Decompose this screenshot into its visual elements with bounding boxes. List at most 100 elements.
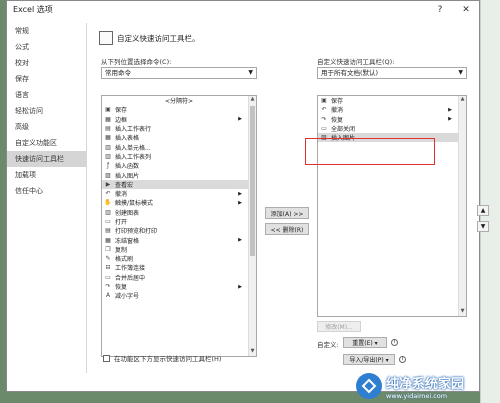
dialog-title: Excel 选项 <box>13 5 53 14</box>
arrow-down-icon: ▼ <box>480 223 486 230</box>
nav-item[interactable]: 快速访问工具栏 <box>7 151 86 167</box>
scroll-down-icon[interactable]: ▼ <box>249 348 256 356</box>
list-item[interactable]: A 减小字号 <box>102 291 256 300</box>
commands-rows: <分隔符> ▣ 保存 ▦ 边框 ▶ ▤ 插入工作表行 ▦ 插入表格 ▥ 插入单元格... ▥ 插入工作表列… <box>102 96 256 301</box>
close-button[interactable]: ✕ <box>453 1 479 18</box>
reset-button[interactable]: 重置(E) ▾ <box>343 337 387 348</box>
submenu-arrow-icon: ▶ <box>238 190 242 197</box>
list-item-label: 复制 <box>115 246 128 254</box>
nav-item[interactable]: 公式 <box>7 39 86 55</box>
list-item[interactable]: ƒ 插入函数 <box>102 161 256 170</box>
list-item[interactable]: ❐ 复制 <box>102 245 256 254</box>
list-item[interactable]: ▭ 全部关闭 <box>318 124 466 133</box>
list-item-label: 创建图表 <box>115 209 140 217</box>
choose-commands-select[interactable]: 常用命令 ▼ <box>101 67 257 79</box>
list-item[interactable]: ↶ 撤消 ▶ <box>102 189 256 198</box>
list-item[interactable]: <分隔符> <box>102 96 256 105</box>
list-item[interactable]: ▦ 插入表格 <box>102 133 256 142</box>
list-item[interactable]: ▤ 打印预览和打印 <box>102 226 256 235</box>
options-nav: 常规 公式 校对 保存 语言 轻松访问 高级 自定义功能区 快速访问工具栏 加载项 信任中心 <box>7 23 87 373</box>
submenu-arrow-icon: ▶ <box>238 283 242 290</box>
choose-commands-label: 从下列位置选择命令(C): <box>101 58 172 66</box>
commands-list[interactable]: <分隔符> ▣ 保存 ▦ 边框 ▶ ▤ 插入工作表行 ▦ 插入表格 ▥ 插入单元格... ▥ 插入工作表列… <box>101 95 257 357</box>
qat-list[interactable]: ▣ 保存 ↶ 撤消 ▶ ↷ 恢复 ▶ ▭ 全部关闭 ▨ 插入图片 ▲ ▼ <box>317 95 467 317</box>
copy-icon: ❐ <box>105 245 111 253</box>
list-item[interactable]: ▤ 插入工作表行 <box>102 124 256 133</box>
nav-item[interactable]: 保存 <box>7 71 86 87</box>
watermark-title: 纯净系统家园 <box>386 376 465 392</box>
qat-rows: ▣ 保存 ↶ 撤消 ▶ ↷ 恢复 ▶ ▭ 全部关闭 ▨ 插入图片 <box>318 96 466 143</box>
list-item[interactable]: ▣ 保存 <box>318 96 466 105</box>
nav-item[interactable]: 信任中心 <box>7 183 86 199</box>
list-item[interactable]: ▭ 打开 <box>102 217 256 226</box>
show-below-ribbon-checkbox[interactable] <box>103 354 110 362</box>
list-item-label: 撤消 <box>115 191 128 199</box>
list-item[interactable]: ⊟ 工作簿连接 <box>102 263 256 272</box>
list-item[interactable]: ▣ 保存 <box>102 105 256 114</box>
import-export-button[interactable]: 导入/导出(P) ▾ <box>343 354 395 365</box>
panel-heading: 自定义快速访问工具栏。 <box>99 31 200 45</box>
list-item[interactable]: ▦ 冻结窗格 ▶ <box>102 235 256 245</box>
scroll-thumb[interactable] <box>250 106 255 256</box>
list-item[interactable]: ✎ 格式刷 <box>102 254 256 263</box>
list-item-label: 插入工作表列 <box>115 153 152 161</box>
modify-button[interactable]: 修改(M)... <box>317 321 361 332</box>
customize-qat-select[interactable]: 用于所有文档(默认) ▼ <box>317 67 467 79</box>
list-item-label: 插入工作表行 <box>115 126 152 134</box>
redo-icon: ↷ <box>105 283 111 291</box>
move-up-button[interactable]: ▲ <box>477 205 489 216</box>
list-item-label: 插入表格 <box>115 135 140 143</box>
qat-icon <box>99 31 113 45</box>
list-item[interactable]: ✋ 触摸/鼠标模式 ▶ <box>102 198 256 207</box>
nav-item[interactable]: 语言 <box>7 87 86 103</box>
remove-button[interactable]: << 删除(R) <box>265 223 309 235</box>
list-item-label: 插入单元格... <box>115 144 151 152</box>
customize-qat-label: 自定义快速访问工具栏(Q): <box>317 58 395 66</box>
list-item-label: 减小字号 <box>115 293 140 301</box>
commands-scrollbar[interactable]: ▲ ▼ <box>248 96 256 356</box>
nav-item[interactable]: 加载项 <box>7 167 86 183</box>
list-item[interactable]: ▥ 插入工作表列 <box>102 152 256 161</box>
scroll-up-icon[interactable]: ▲ <box>459 96 466 104</box>
list-item[interactable]: ↷ 恢复 ▶ <box>102 282 256 291</box>
list-item[interactable]: ▨ 插入图片 <box>102 170 256 180</box>
chevron-down-icon: ▼ <box>248 69 253 76</box>
watermark-url: www.yidaimei.com <box>386 391 448 400</box>
nav-item[interactable]: 校对 <box>7 55 86 71</box>
list-item-label: 恢复 <box>115 284 128 292</box>
chevron-down-icon: ▼ <box>458 69 463 76</box>
list-item[interactable]: ↶ 撤消 ▶ <box>318 105 466 114</box>
format-painter-icon: ✎ <box>105 255 111 263</box>
insert-col-icon: ▥ <box>105 152 111 160</box>
list-item-label: 全部关闭 <box>331 126 356 134</box>
list-item[interactable]: ▦ 边框 ▶ <box>102 115 256 124</box>
move-down-button[interactable]: ▼ <box>477 221 489 232</box>
border-icon: ▦ <box>105 115 111 123</box>
nav-item[interactable]: 高级 <box>7 119 86 135</box>
list-item-label: 合并后居中 <box>115 274 146 282</box>
list-item[interactable]: ↷ 恢复 ▶ <box>318 115 466 124</box>
excel-options-dialog: Excel 选项 ? ✕ 常规 公式 校对 保存 语言 轻松访问 高级 自定义功能区 快速访问工… <box>6 0 489 392</box>
list-item-label: <分隔符> <box>164 98 194 106</box>
list-item[interactable]: ▥ 创建图表 <box>102 208 256 217</box>
insert-cell-icon: ▥ <box>105 143 111 151</box>
picture-icon: ▨ <box>105 171 111 179</box>
nav-item[interactable]: 常规 <box>7 23 86 39</box>
list-item[interactable]: ▥ 插入单元格... <box>102 142 256 152</box>
list-item-label: 工作簿连接 <box>115 265 146 273</box>
list-item[interactable]: ▶ 查看宏 <box>102 179 256 189</box>
nav-item[interactable]: 轻松访问 <box>7 103 86 119</box>
list-item-label: 撤消 <box>331 107 344 115</box>
add-button[interactable]: 添加(A) >> <box>265 207 309 219</box>
play-icon: ▶ <box>105 180 111 188</box>
list-item-label: 触摸/鼠标模式 <box>115 200 154 208</box>
show-below-ribbon-option[interactable]: 在功能区下方显示快速访问工具栏(H) <box>103 353 221 363</box>
help-button[interactable]: ? <box>427 1 453 18</box>
list-item[interactable]: ▭ 合并后居中 <box>102 273 256 282</box>
scroll-down-icon[interactable]: ▼ <box>459 308 466 316</box>
nav-item[interactable]: 自定义功能区 <box>7 135 86 151</box>
panel-heading-text: 自定义快速访问工具栏。 <box>117 33 200 43</box>
qat-scrollbar[interactable]: ▲ ▼ <box>458 96 466 316</box>
scroll-up-icon[interactable]: ▲ <box>249 96 256 104</box>
submenu-arrow-icon: ▶ <box>238 116 242 123</box>
